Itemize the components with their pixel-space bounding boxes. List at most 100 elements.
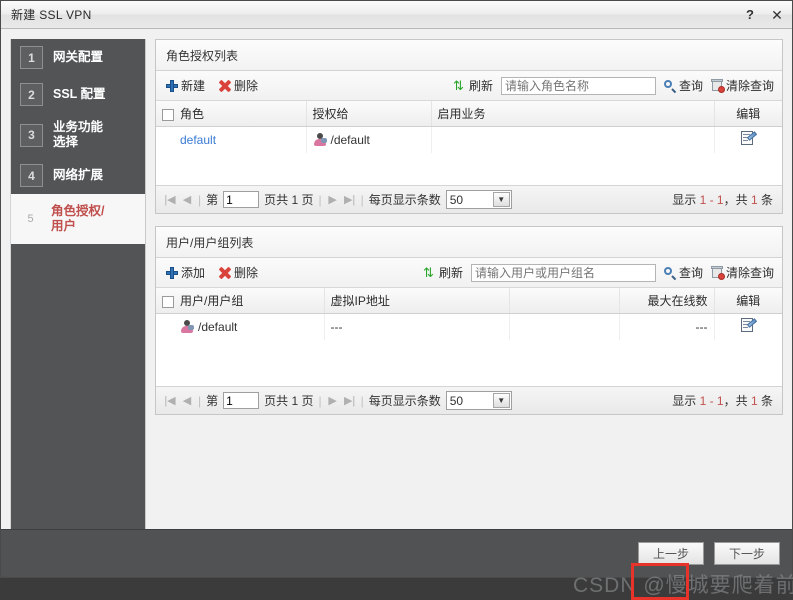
user-col-user-label: 用户/用户组: [180, 293, 244, 308]
page-prefix-label: 第: [206, 394, 219, 408]
prev-page-button[interactable]: ◀: [181, 193, 193, 206]
sidebar-step-1[interactable]: 1 网关配置: [11, 39, 145, 76]
role-col-role-label: 角色: [180, 106, 205, 121]
page-number-input[interactable]: [223, 392, 260, 409]
query-users-label: 查询: [678, 266, 703, 280]
clear-user-query-button[interactable]: 清除查询: [710, 264, 774, 281]
step-label: SSL 配置: [53, 87, 106, 101]
trash-icon: [710, 266, 725, 280]
window-title: 新建 SSL VPN: [11, 8, 92, 22]
pager-divider: |: [198, 393, 202, 408]
refresh-users-button[interactable]: ⇅ 刷新: [423, 264, 463, 281]
next-button[interactable]: 下一步: [714, 542, 780, 565]
next-page-button[interactable]: ▶: [327, 193, 339, 206]
query-users-button[interactable]: 查询: [663, 264, 703, 281]
table-row[interactable]: /default --- ---: [156, 313, 782, 340]
step-label: 网关配置: [53, 50, 104, 64]
sidebar-step-2[interactable]: 2 SSL 配置: [11, 76, 145, 113]
user-cell-spacer: [509, 313, 620, 340]
summary-mid: ，共: [723, 193, 748, 207]
last-page-button[interactable]: ▶|: [344, 394, 356, 407]
per-page-select[interactable]: 50 ▼: [445, 190, 512, 209]
wizard-steps-sidebar: 1 网关配置 2 SSL 配置 3 业务功能选择 4 网络扩展 5 角色授权/用…: [10, 39, 146, 551]
user-cell-edit: [714, 313, 782, 340]
help-icon[interactable]: ?: [743, 8, 757, 22]
role-col-edit: 编辑: [714, 101, 782, 127]
summary-prefix: 显示: [672, 394, 697, 408]
plus-icon: [166, 266, 178, 279]
prev-page-button[interactable]: ◀: [181, 394, 193, 407]
sidebar-step-3[interactable]: 3 业务功能选择: [11, 113, 145, 157]
summary-count: 1: [750, 193, 758, 207]
next-page-button[interactable]: ▶: [327, 394, 339, 407]
role-panel-title: 角色授权列表: [156, 40, 782, 71]
edit-icon[interactable]: [740, 317, 757, 333]
summary-suffix: 条: [760, 394, 773, 408]
new-role-label: 新建: [181, 79, 206, 93]
chevron-down-icon: ▼: [492, 393, 510, 408]
sidebar-step-4[interactable]: 4 网络扩展: [11, 157, 145, 194]
summary-range: 1 - 1: [699, 394, 724, 408]
search-icon: [663, 266, 676, 279]
title-bar: 新建 SSL VPN ? ✕: [1, 1, 792, 29]
first-page-button[interactable]: |◀: [164, 193, 176, 206]
summary-suffix: 条: [760, 193, 773, 207]
add-user-label: 添加: [181, 266, 206, 280]
chevron-down-icon: ▼: [492, 192, 510, 207]
user-name-text: /default: [198, 319, 238, 334]
new-role-button[interactable]: 新建: [166, 77, 205, 94]
clear-role-query-button[interactable]: 清除查询: [710, 77, 774, 94]
plus-icon: [166, 79, 178, 92]
user-col-spacer: [509, 288, 620, 314]
step-label: 角色授权/用户: [51, 204, 105, 233]
select-all-roles-checkbox[interactable]: [162, 108, 174, 121]
page-prefix-label: 第: [206, 193, 219, 207]
per-page-label: 每页显示条数: [368, 394, 441, 408]
step-number: 5: [27, 213, 34, 225]
user-search-input[interactable]: [470, 263, 656, 282]
user-icon: [313, 133, 327, 147]
close-icon[interactable]: ✕: [770, 8, 784, 22]
search-icon: [663, 79, 676, 92]
user-cell-virtual-ip: ---: [324, 313, 510, 340]
user-cell-max-online: ---: [619, 313, 715, 340]
last-page-button[interactable]: ▶|: [344, 193, 356, 206]
page-number-input[interactable]: [223, 191, 260, 208]
granted-to-text: /default: [330, 132, 370, 147]
page-suffix-label: 页共 1 页: [264, 394, 314, 408]
user-table-header-row: 用户/用户组 虚拟IP地址 最大在线数 编辑: [156, 288, 782, 314]
delete-user-button[interactable]: 删除: [219, 264, 258, 281]
ssl-vpn-wizard-window: 新建 SSL VPN ? ✕ 1 网关配置 2 SSL 配置 3 业务功能选择 …: [0, 0, 793, 600]
refresh-icon: ⇅: [452, 78, 464, 93]
table-row[interactable]: default /default: [156, 126, 782, 153]
refresh-roles-button[interactable]: ⇅ 刷新: [453, 77, 493, 94]
pager-divider: |: [198, 192, 202, 207]
role-search-input[interactable]: [500, 76, 656, 95]
sidebar-step-5[interactable]: 5 角色授权/用户: [11, 194, 145, 244]
user-col-edit: 编辑: [714, 288, 782, 314]
edit-icon[interactable]: [740, 130, 757, 146]
role-pager-summary: 显示 1 - 1，共 1 条: [672, 191, 773, 208]
role-name-link[interactable]: default: [180, 133, 216, 147]
step-label: 网络扩展: [53, 168, 104, 182]
per-page-value: 50: [449, 393, 464, 408]
pager-divider-2: |: [318, 192, 322, 207]
back-button[interactable]: 上一步: [638, 542, 704, 565]
per-page-select[interactable]: 50 ▼: [445, 391, 512, 410]
refresh-users-label: 刷新: [438, 266, 463, 280]
refresh-icon: ⇅: [422, 265, 434, 280]
role-toolbar: 新建 删除 ⇅ 刷新 查询: [156, 71, 782, 101]
summary-count: 1: [750, 394, 758, 408]
user-group-panel: 用户/用户组列表 添加 删除 ⇅ 刷新 请输入用户或用户组名 查询 清除查询 用…: [155, 226, 783, 415]
user-pager: |◀ ◀ | 第 页共 1 页 | ▶ ▶| | 每页显示条数 50 ▼: [156, 386, 782, 414]
cross-icon: [219, 267, 231, 279]
summary-mid: ，共: [723, 394, 748, 408]
role-cell-name: default: [156, 126, 307, 153]
delete-role-button[interactable]: 删除: [219, 77, 258, 94]
query-roles-button[interactable]: 查询: [663, 77, 703, 94]
step-number: 1: [20, 46, 43, 69]
add-user-button[interactable]: 添加: [166, 264, 205, 281]
first-page-button[interactable]: |◀: [164, 394, 176, 407]
select-all-users-checkbox[interactable]: [162, 295, 174, 308]
role-pager: |◀ ◀ | 第 页共 1 页 | ▶ ▶| | 每页显示条数 50 ▼: [156, 185, 782, 213]
